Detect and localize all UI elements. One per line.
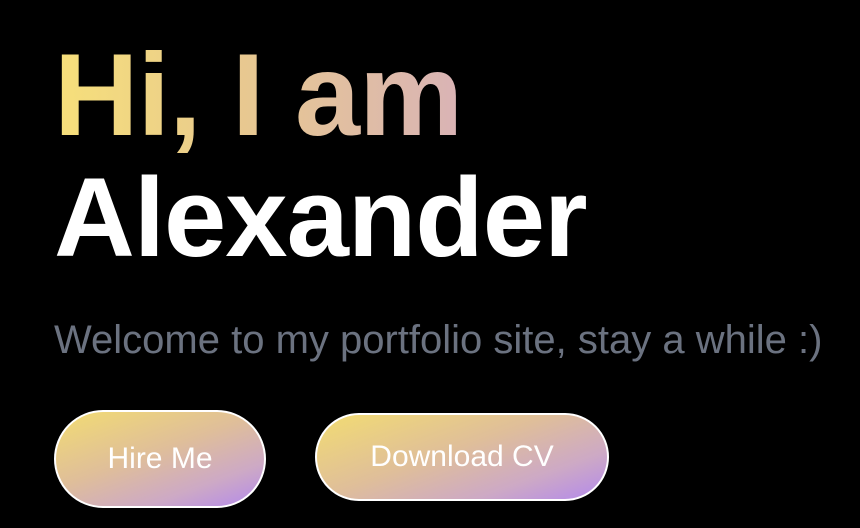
hero-tagline: Welcome to my portfolio site, stay a whi… — [54, 318, 823, 362]
hire-me-button[interactable]: Hire Me — [54, 410, 266, 508]
download-cv-button[interactable]: Download CV — [315, 413, 609, 501]
hero-greeting: Hi, I am — [54, 29, 463, 160]
hero-name: Alexander — [54, 155, 588, 280]
